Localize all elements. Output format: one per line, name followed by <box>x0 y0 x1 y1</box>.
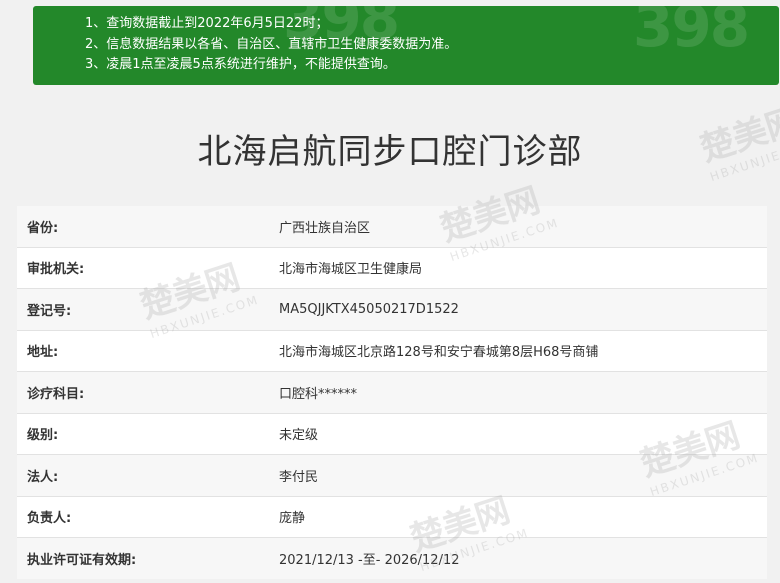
row-value: 北海市海城区北京路128号和安宁春城第8层H68号商铺 <box>279 345 599 361</box>
row-label: 地址: <box>27 345 59 361</box>
notice-line: 3、凌晨1点至凌晨5点系统进行维护，不能提供查询。 <box>85 57 396 72</box>
row-label: 负责人: <box>27 511 72 527</box>
info-table: 省份: 广西壮族自治区 审批机关: 北海市海城区卫生健康局 登记号: MA5QJ… <box>17 206 767 579</box>
notice-banner: 398 398 1、查询数据截止到2022年6月5日22时； 2、信息数据结果以… <box>33 6 779 85</box>
table-row: 执业许可证有效期: 2021/12/13 -至- 2026/12/12 <box>17 538 767 579</box>
row-value: 2021/12/13 -至- 2026/12/12 <box>279 552 460 568</box>
row-label: 级别: <box>27 428 59 444</box>
table-row: 省份: 广西壮族自治区 <box>17 206 767 248</box>
row-label: 法人: <box>27 469 59 485</box>
table-row: 级别: 未定级 <box>17 413 767 455</box>
row-label: 执业许可证有效期: <box>27 552 137 568</box>
row-label: 审批机关: <box>27 262 85 278</box>
notice-line: 2、信息数据结果以各省、自治区、直辖市卫生健康委数据为准。 <box>85 36 458 52</box>
table-row: 地址: 北海市海城区北京路128号和安宁春城第8层H68号商铺 <box>17 330 767 372</box>
row-value: 庞静 <box>279 511 306 527</box>
row-value: 未定级 <box>279 428 319 444</box>
table-row: 法人: 李付民 <box>17 455 767 497</box>
table-row: 审批机关: 北海市海城区卫生健康局 <box>17 247 767 289</box>
row-label: 诊疗科目: <box>27 386 85 402</box>
table-row: 诊疗科目: 口腔科****** <box>17 372 767 414</box>
row-value: 广西壮族自治区 <box>279 220 371 236</box>
row-label: 省份: <box>27 220 59 236</box>
table-row: 负责人: 庞静 <box>17 496 767 538</box>
row-label: 登记号: <box>27 303 72 319</box>
row-value: 口腔科****** <box>279 386 358 402</box>
row-value: 北海市海城区卫生健康局 <box>279 262 423 278</box>
notice-line: 1、查询数据截止到2022年6月5日22时； <box>85 16 329 31</box>
row-value: MA5QJJKTX45050217D1522 <box>279 301 459 317</box>
page-title: 北海启航同步口腔门诊部 <box>197 132 583 172</box>
row-value: 李付民 <box>279 469 319 485</box>
table-row: 登记号: MA5QJJKTX45050217D1522 <box>17 289 767 331</box>
